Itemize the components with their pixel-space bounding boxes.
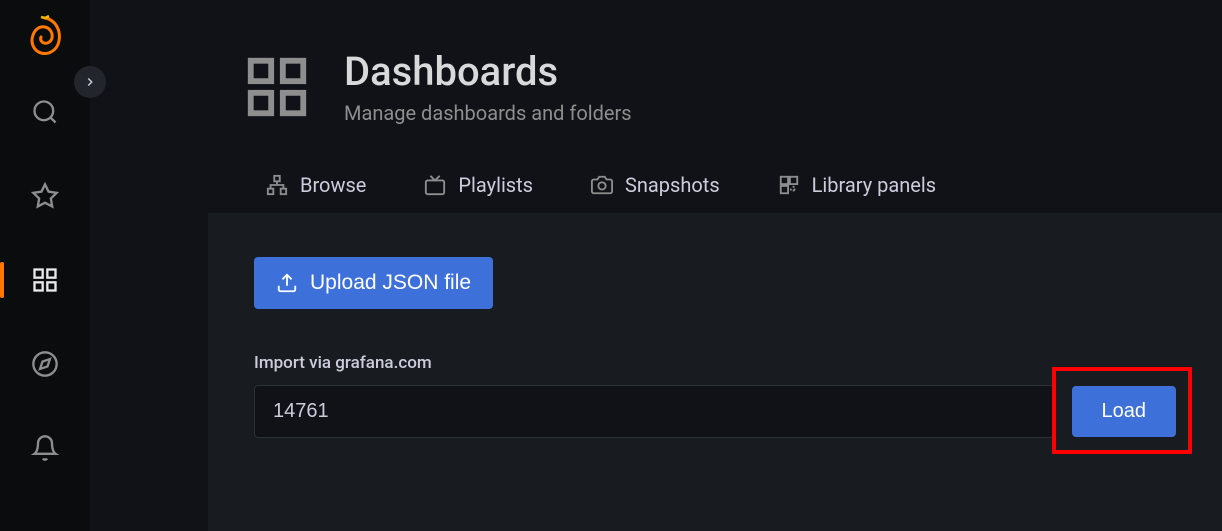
tabs: Browse Playlists Snapshots Library panel… — [90, 125, 1222, 213]
tab-snapshots-label: Snapshots — [625, 173, 720, 197]
explore-icon[interactable] — [21, 340, 69, 388]
import-input-row: Load — [254, 385, 1176, 438]
sidebar — [0, 0, 90, 531]
upload-json-label: Upload JSON file — [310, 271, 471, 295]
tab-browse[interactable]: Browse — [266, 173, 366, 213]
dashboards-page-icon — [242, 52, 312, 122]
load-button[interactable]: Load — [1072, 386, 1177, 437]
dashboards-icon[interactable] — [21, 256, 69, 304]
sidebar-expand-toggle[interactable] — [74, 66, 106, 98]
upload-json-button[interactable]: Upload JSON file — [254, 257, 493, 309]
tab-snapshots[interactable]: Snapshots — [591, 173, 720, 213]
import-panel: Upload JSON file Import via grafana.com … — [208, 213, 1222, 531]
import-field-label: Import via grafana.com — [254, 353, 1176, 373]
page-subtitle: Manage dashboards and folders — [344, 101, 632, 125]
alerting-icon[interactable] — [21, 424, 69, 472]
search-icon[interactable] — [21, 88, 69, 136]
grafana-id-input[interactable] — [254, 385, 1054, 438]
page-header: Dashboards Manage dashboards and folders — [90, 0, 1222, 125]
star-icon[interactable] — [21, 172, 69, 220]
page-title: Dashboards — [344, 48, 632, 95]
main-content: Dashboards Manage dashboards and folders… — [90, 0, 1222, 531]
tab-library-panels[interactable]: Library panels — [778, 173, 936, 213]
tab-library-panels-label: Library panels — [812, 173, 936, 197]
tab-browse-label: Browse — [300, 173, 366, 197]
tab-playlists-label: Playlists — [458, 173, 533, 197]
grafana-logo[interactable] — [21, 12, 69, 60]
tab-playlists[interactable]: Playlists — [424, 173, 533, 213]
